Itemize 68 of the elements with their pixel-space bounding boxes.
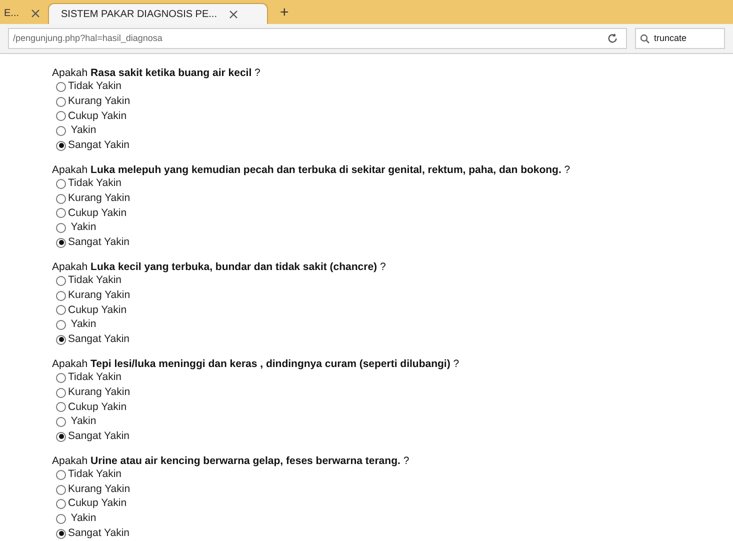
radio-option[interactable]: Tidak Yakin	[52, 274, 733, 289]
radio-option[interactable]: Sangat Yakin	[52, 138, 733, 153]
radio-button[interactable]	[56, 432, 66, 442]
radio-option[interactable]: Yakin	[52, 318, 733, 332]
radio-option[interactable]: Tidak Yakin	[52, 80, 733, 95]
radio-option[interactable]: Tidak Yakin	[52, 468, 733, 482]
question-text: Apakah Luka melepuh yang kemudian pecah dan terbuka di sekitar genital, rektum, paha, dan bokong. ?	[52, 162, 572, 177]
question-text: Apakah Rasa sakit ketika buang air kecil ?	[52, 66, 262, 80]
radio-option[interactable]: Cukup Yakin	[52, 497, 733, 512]
radio-button[interactable]	[56, 402, 66, 412]
radio-option[interactable]: Cukup Yakin	[52, 109, 733, 124]
radio-option[interactable]: Cukup Yakin	[52, 400, 733, 415]
radio-option[interactable]: Yakin	[52, 124, 733, 138]
radio-option[interactable]: Tidak Yakin	[52, 370, 733, 386]
radio-option[interactable]: Kurang Yakin	[52, 386, 733, 400]
radio-button[interactable]	[56, 334, 66, 345]
reload-icon[interactable]	[607, 33, 618, 44]
radio-option[interactable]: Sangat Yakin	[52, 332, 733, 347]
radio-option[interactable]: Yakin	[52, 512, 733, 526]
radio-button[interactable]	[56, 276, 66, 286]
radio-button[interactable]	[56, 499, 66, 510]
radio-option[interactable]: Yakin	[52, 220, 733, 236]
radio-button[interactable]	[56, 305, 66, 316]
radio-button[interactable]	[56, 140, 66, 151]
browser-tab[interactable]: SISTEM PAKAR DIAGNOSIS PE...	[48, 3, 268, 24]
radio-option[interactable]: Kurang Yakin	[52, 288, 733, 304]
radio-option[interactable]: Kurang Yakin	[52, 192, 733, 206]
close-icon[interactable]	[228, 10, 238, 18]
radio-button[interactable]	[56, 179, 66, 190]
radio-option[interactable]: Sangat Yakin	[52, 526, 733, 541]
radio-button[interactable]	[56, 388, 66, 398]
radio-button[interactable]	[56, 223, 66, 234]
radio-button[interactable]	[56, 528, 66, 539]
radio-button[interactable]	[56, 82, 66, 92]
search-field[interactable]: truncate	[635, 28, 725, 49]
search-value: truncate	[654, 32, 687, 45]
radio-option[interactable]: Sangat Yakin	[52, 429, 733, 444]
radio-button[interactable]	[56, 290, 66, 301]
radio-button[interactable]	[56, 111, 66, 122]
question-text: Apakah Luka kecil yang terbuka, bundar dan tidak sakit (chancre) ?	[52, 260, 387, 274]
radio-option[interactable]: Yakin	[52, 414, 733, 430]
tab-title: E...	[4, 7, 20, 21]
url-text: /pengunjung.php?hal=hasil_diagnosa	[13, 32, 164, 45]
radio-option[interactable]: Cukup Yakin	[52, 206, 733, 221]
radio-button[interactable]	[56, 238, 66, 248]
radio-button[interactable]	[56, 96, 66, 107]
radio-button[interactable]	[56, 484, 66, 495]
radio-button[interactable]	[56, 514, 66, 524]
new-tab-button[interactable]: +	[272, 3, 297, 24]
radio-option[interactable]: Cukup Yakin	[52, 303, 733, 318]
question-text: Apakah Urine atau air kencing berwarna gelap, feses berwarna terang. ?	[52, 454, 410, 468]
question-text: Apakah Tepi lesi/luka meninggi dan keras , dindingnya curam (seperti dilubangi) ?	[52, 356, 460, 371]
radio-button[interactable]	[56, 208, 66, 218]
radio-option[interactable]: Sangat Yakin	[52, 235, 733, 250]
close-icon[interactable]	[31, 9, 40, 18]
radio-button[interactable]	[56, 194, 66, 204]
radio-button[interactable]	[56, 373, 66, 384]
radio-button[interactable]	[56, 416, 66, 427]
browser-tab[interactable]: E...	[0, 3, 44, 24]
address-bar[interactable]: /pengunjung.php?hal=hasil_diagnosa	[8, 28, 627, 49]
search-icon	[640, 34, 650, 44]
radio-button[interactable]	[56, 320, 66, 330]
radio-option[interactable]: Kurang Yakin	[52, 94, 733, 110]
radio-option[interactable]: Kurang Yakin	[52, 482, 733, 498]
radio-button[interactable]	[56, 126, 66, 136]
radio-option[interactable]: Tidak Yakin	[52, 176, 733, 192]
radio-button[interactable]	[56, 470, 66, 480]
tab-title: SISTEM PAKAR DIAGNOSIS PE...	[61, 8, 217, 22]
